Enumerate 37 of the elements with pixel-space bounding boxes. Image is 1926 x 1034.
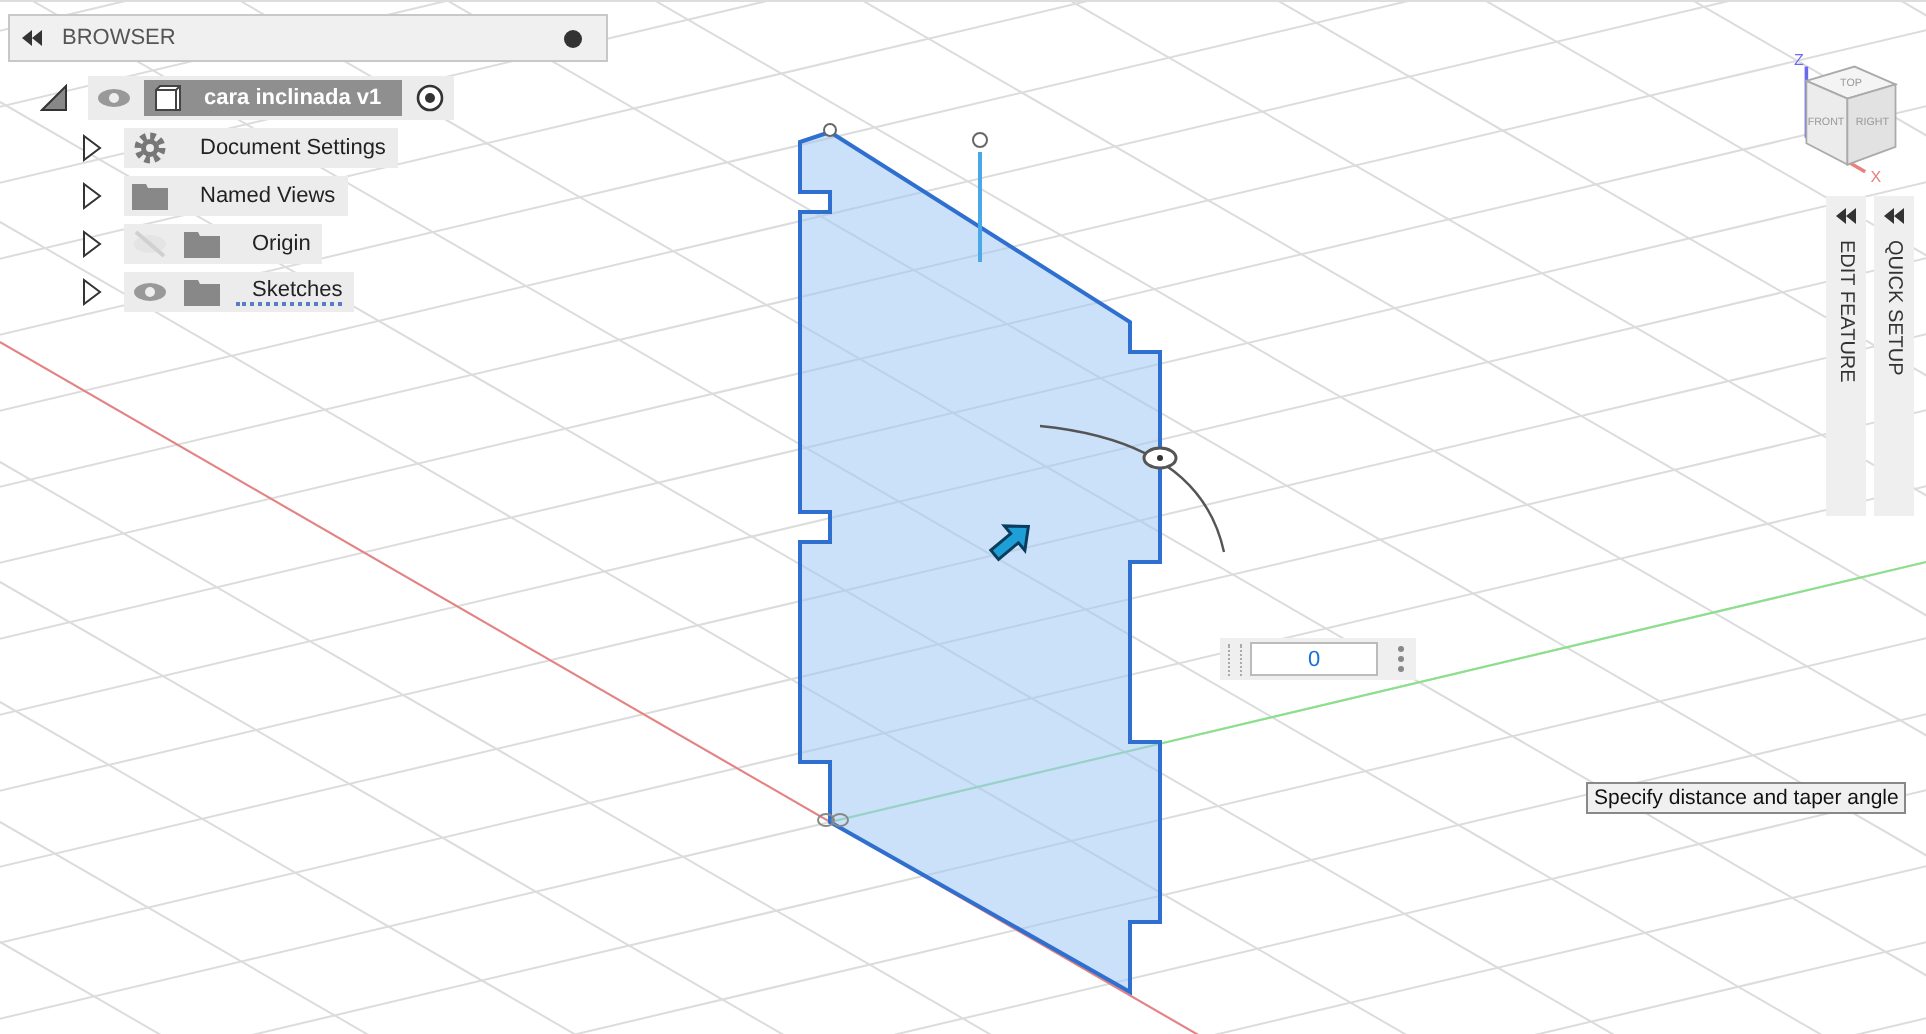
browser-item[interactable]: Document Settings [124,128,398,168]
folder-icon [184,230,220,258]
browser-item[interactable]: Origin [124,224,323,264]
expand-icon[interactable] [40,84,68,112]
panel-label: QUICK SETUP [1883,240,1905,376]
more-icon[interactable] [1398,646,1404,672]
angle-handle[interactable] [1142,446,1178,470]
grip-icon[interactable] [1228,643,1242,675]
browser-item[interactable]: Named Views [124,176,348,216]
browser-item[interactable]: Sketches [124,272,355,312]
tooltip: Specify distance and taper angle [1586,782,1907,814]
height-handle[interactable] [972,132,988,262]
plane-face[interactable] [798,129,1162,996]
expand-icon[interactable] [1884,208,1904,224]
expand-icon[interactable] [1836,208,1856,224]
collapse-icon[interactable] [22,30,42,46]
minimize-icon[interactable] [564,29,582,47]
panel-label: EDIT FEATURE [1835,240,1857,383]
input-field[interactable]: 0 [1250,642,1378,676]
folder-icon [132,182,168,210]
expand-icon[interactable] [80,230,104,258]
expand-icon[interactable] [80,182,104,210]
gear-icon [132,130,168,166]
expand-icon[interactable] [80,134,104,162]
side-panel[interactable]: QUICK SETUP [1874,196,1914,516]
axis-label: X [1870,168,1882,186]
vertex-point [823,123,837,137]
side-panel[interactable]: EDIT FEATURE [1826,196,1866,516]
arrow-handle-icon[interactable] [988,524,1031,562]
folder-icon [184,278,220,306]
browser-title: BROWSER [62,26,178,50]
origin-point-icon [817,813,849,827]
expand-icon[interactable] [80,278,104,306]
axis-label: Z [1793,50,1804,69]
activate-radio-icon[interactable] [413,82,446,114]
cube-icon [152,82,184,114]
component-name: cara inclinada v1 [204,86,384,110]
